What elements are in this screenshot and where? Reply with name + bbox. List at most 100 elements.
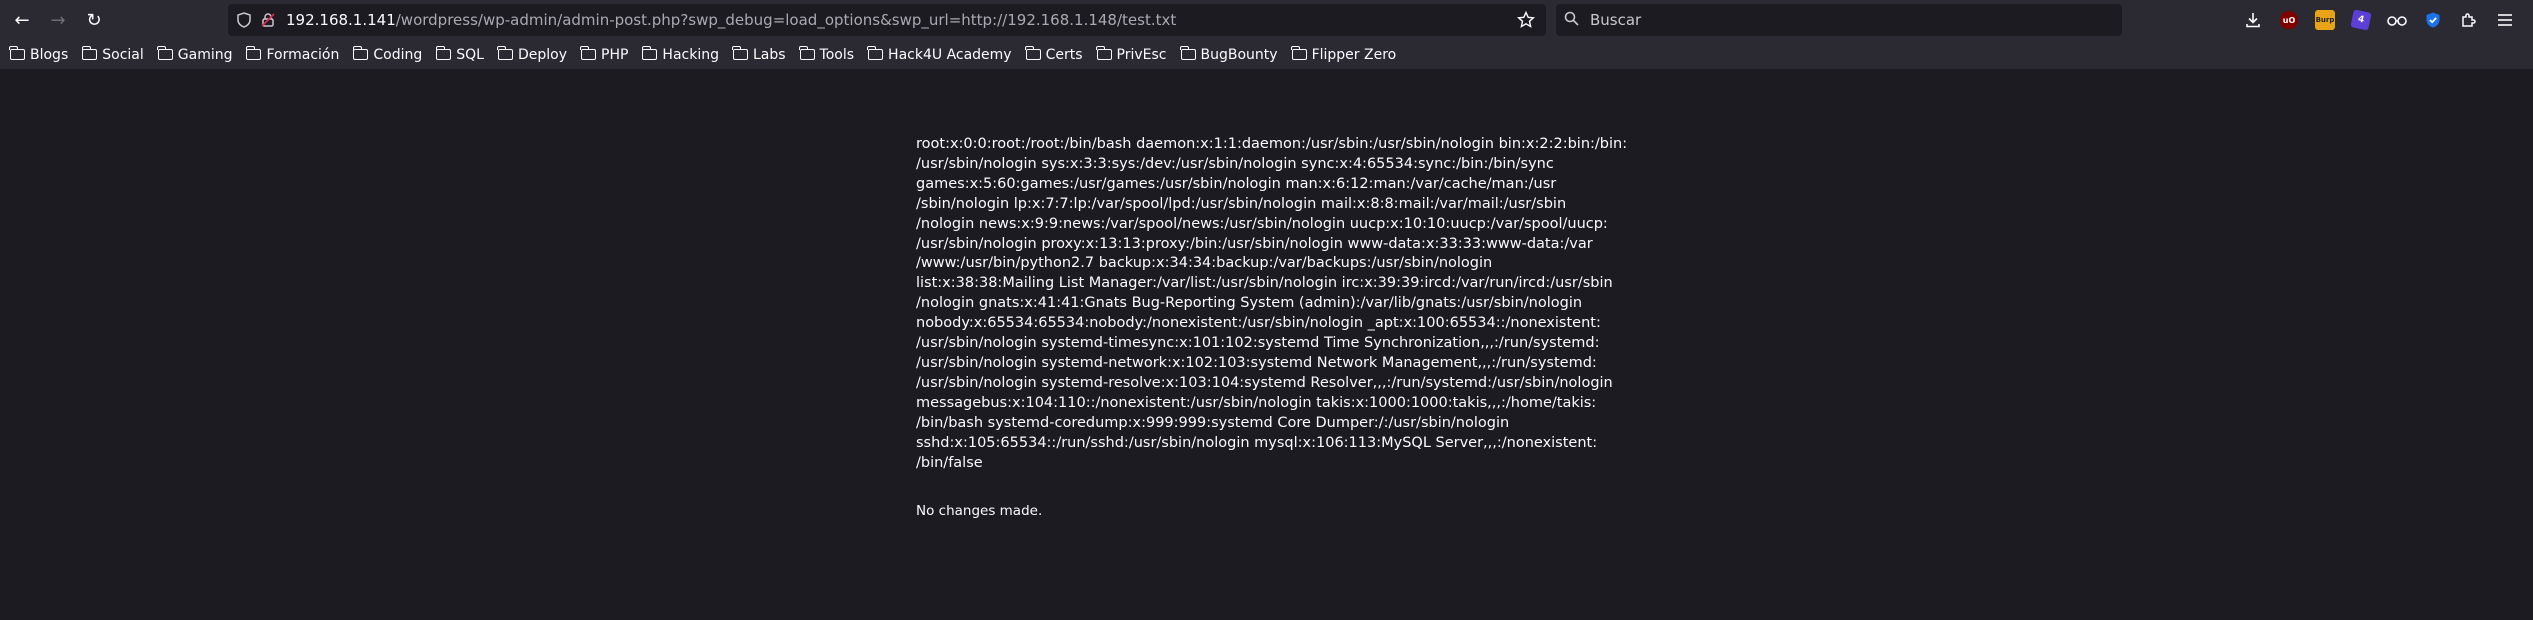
ublock-icon: uO	[2280, 11, 2298, 29]
passwd-line: messagebus:x:104:110::/nonexistent:/usr/…	[916, 394, 1597, 411]
navigation-toolbar: ← → ↻ 192.168.1.141/wordpress/wp-admin/a…	[0, 0, 2533, 40]
bookmarks-toolbar: Blogs Social Gaming Formación Coding SQL Deplo…	[0, 40, 2533, 69]
bookmark-label: BugBounty	[1200, 46, 1278, 63]
shield-icon[interactable]	[232, 8, 256, 32]
purple-cube-icon: 4	[2350, 9, 2372, 31]
app-menu-button[interactable]	[2492, 7, 2518, 33]
bookmark-folder-hack4u-academy[interactable]: Hack4U Academy	[867, 46, 1012, 63]
insecure-lock-icon[interactable]	[256, 8, 280, 32]
downloads-button[interactable]	[2240, 7, 2266, 33]
passwd-output: root:x:0:0:root:/root:/bin/bash daemon:x…	[916, 135, 1628, 473]
passwd-line: /sbin/nologin lp:x:7:7:lp:/var/spool/lpd…	[916, 195, 1567, 212]
folder-icon	[245, 46, 262, 60]
bookmark-label: Blogs	[30, 46, 69, 63]
extensions-menu-button[interactable]	[2456, 7, 2482, 33]
burp-icon: Burp	[2315, 10, 2335, 30]
bookmark-folder-sql[interactable]: SQL	[435, 46, 484, 63]
bookmark-folder-formaci-n[interactable]: Formación	[245, 46, 340, 63]
download-icon	[2246, 13, 2260, 28]
extension-shield-button[interactable]	[2420, 7, 2446, 33]
bookmark-folder-deploy[interactable]: Deploy	[497, 46, 567, 63]
folder-icon	[497, 46, 513, 60]
extension-glasses-button[interactable]	[2384, 7, 2410, 33]
bookmark-folder-social[interactable]: Social	[81, 46, 144, 63]
status-message: No changes made.	[916, 503, 1043, 520]
passwd-line: /bin/bash systemd-coredump:x:999:999:sys…	[916, 414, 1510, 431]
folder-icon	[732, 46, 748, 60]
passwd-line: games:x:5:60:games:/usr/games:/usr/sbin/…	[916, 175, 1557, 192]
bookmark-folder-php[interactable]: PHP	[580, 46, 629, 63]
ublock-button[interactable]: uO	[2276, 7, 2302, 33]
passwd-line: /nologin gnats:x:41:41:Gnats Bug-Reporti…	[916, 295, 1583, 312]
page-content: root:x:0:0:root:/root:/bin/bash daemon:x…	[916, 135, 1628, 520]
folder-icon	[641, 46, 658, 60]
url-path: /wordpress/wp-admin/admin-post.php?swp_d…	[395, 11, 1177, 29]
passwd-line: /usr/sbin/nologin systemd-network:x:102:…	[916, 354, 1597, 371]
folder-icon	[352, 46, 369, 60]
reload-icon: ↻	[86, 9, 102, 31]
bookmark-folder-flipper-zero[interactable]: Flipper Zero	[1290, 46, 1397, 63]
passwd-line: /www:/usr/bin/python2.7 backup:x:34:34:b…	[916, 255, 1493, 272]
bookmark-label: Hacking	[662, 46, 719, 63]
blue-shield-icon	[2426, 12, 2440, 28]
passwd-line: /bin/false	[916, 454, 983, 471]
passwd-line: nobody:x:65534:65534:nobody:/nonexistent…	[916, 315, 1601, 332]
bookmark-label: Gaming	[177, 46, 233, 63]
passwd-line: /usr/sbin/nologin systemd-timesync:x:101…	[916, 335, 1600, 352]
search-placeholder: Buscar	[1590, 11, 1642, 29]
passwd-line: root:x:0:0:root:/root:/bin/bash daemon:x…	[916, 136, 1628, 152]
url-text[interactable]: 192.168.1.141/wordpress/wp-admin/admin-p…	[286, 11, 1176, 29]
folder-icon	[1179, 46, 1196, 60]
url-bar[interactable]: 192.168.1.141/wordpress/wp-admin/admin-p…	[228, 4, 1546, 36]
bookmark-label: Tools	[819, 46, 855, 63]
back-button[interactable]: ←	[6, 4, 38, 36]
passwd-line: /nologin news:x:9:9:news:/var/spool/news…	[916, 215, 1608, 232]
passwd-line: /usr/sbin/nologin sys:x:3:3:sys:/dev:/us…	[916, 155, 1554, 172]
bookmark-label: Coding	[373, 46, 423, 63]
bookmark-folder-gaming[interactable]: Gaming	[157, 46, 233, 63]
puzzle-icon	[2462, 13, 2476, 27]
bookmark-label: PrivEsc	[1116, 46, 1167, 63]
bookmark-folder-bugbounty[interactable]: BugBounty	[1179, 46, 1278, 63]
forward-button[interactable]: →	[42, 4, 74, 36]
folder-icon	[580, 46, 596, 60]
bookmark-label: Deploy	[517, 46, 567, 63]
folder-icon	[81, 46, 98, 60]
bookmark-label: SQL	[456, 46, 484, 63]
bookmark-folder-certs[interactable]: Certs	[1024, 46, 1083, 63]
folder-icon	[798, 46, 815, 60]
bookmark-label: Flipper Zero	[1311, 46, 1397, 63]
folder-icon	[1024, 46, 1041, 60]
bookmark-label: Certs	[1045, 46, 1083, 63]
reload-button[interactable]: ↻	[78, 4, 110, 36]
bookmark-label: PHP	[601, 46, 629, 63]
search-icon	[1564, 11, 1584, 30]
folder-icon	[157, 46, 173, 60]
bookmark-label: Hack4U Academy	[888, 46, 1012, 63]
folder-icon	[9, 46, 25, 60]
bookmark-folder-labs[interactable]: Labs	[732, 46, 786, 63]
search-bar[interactable]: Buscar	[1556, 4, 2122, 36]
folder-icon	[1290, 46, 1307, 60]
extension-purple-button[interactable]: 4	[2348, 7, 2374, 33]
bookmark-label: Formación	[266, 46, 340, 63]
bookmark-label: Social	[102, 46, 144, 63]
folder-icon	[1095, 46, 1112, 60]
back-arrow-icon: ←	[14, 9, 30, 31]
folder-icon	[435, 46, 452, 60]
hamburger-menu-icon	[2498, 14, 2512, 26]
bookmark-star-icon[interactable]	[1514, 8, 1538, 32]
bookmark-folder-privesc[interactable]: PrivEsc	[1095, 46, 1167, 63]
passwd-line: list:x:38:38:Mailing List Manager:/var/l…	[916, 275, 1613, 292]
bookmark-folder-blogs[interactable]: Blogs	[9, 46, 69, 63]
glasses-icon	[2387, 16, 2407, 26]
bookmark-folder-coding[interactable]: Coding	[352, 46, 423, 63]
browser-chrome: ← → ↻ 192.168.1.141/wordpress/wp-admin/a…	[0, 0, 2533, 69]
bookmark-folder-tools[interactable]: Tools	[798, 46, 855, 63]
folder-icon	[867, 46, 884, 60]
burp-button[interactable]: Burp	[2312, 7, 2338, 33]
bookmark-folder-hacking[interactable]: Hacking	[641, 46, 719, 63]
bookmark-label: Labs	[752, 46, 786, 63]
forward-arrow-icon: →	[50, 9, 66, 31]
toolbar-extensions: uO Burp 4	[2240, 4, 2518, 36]
